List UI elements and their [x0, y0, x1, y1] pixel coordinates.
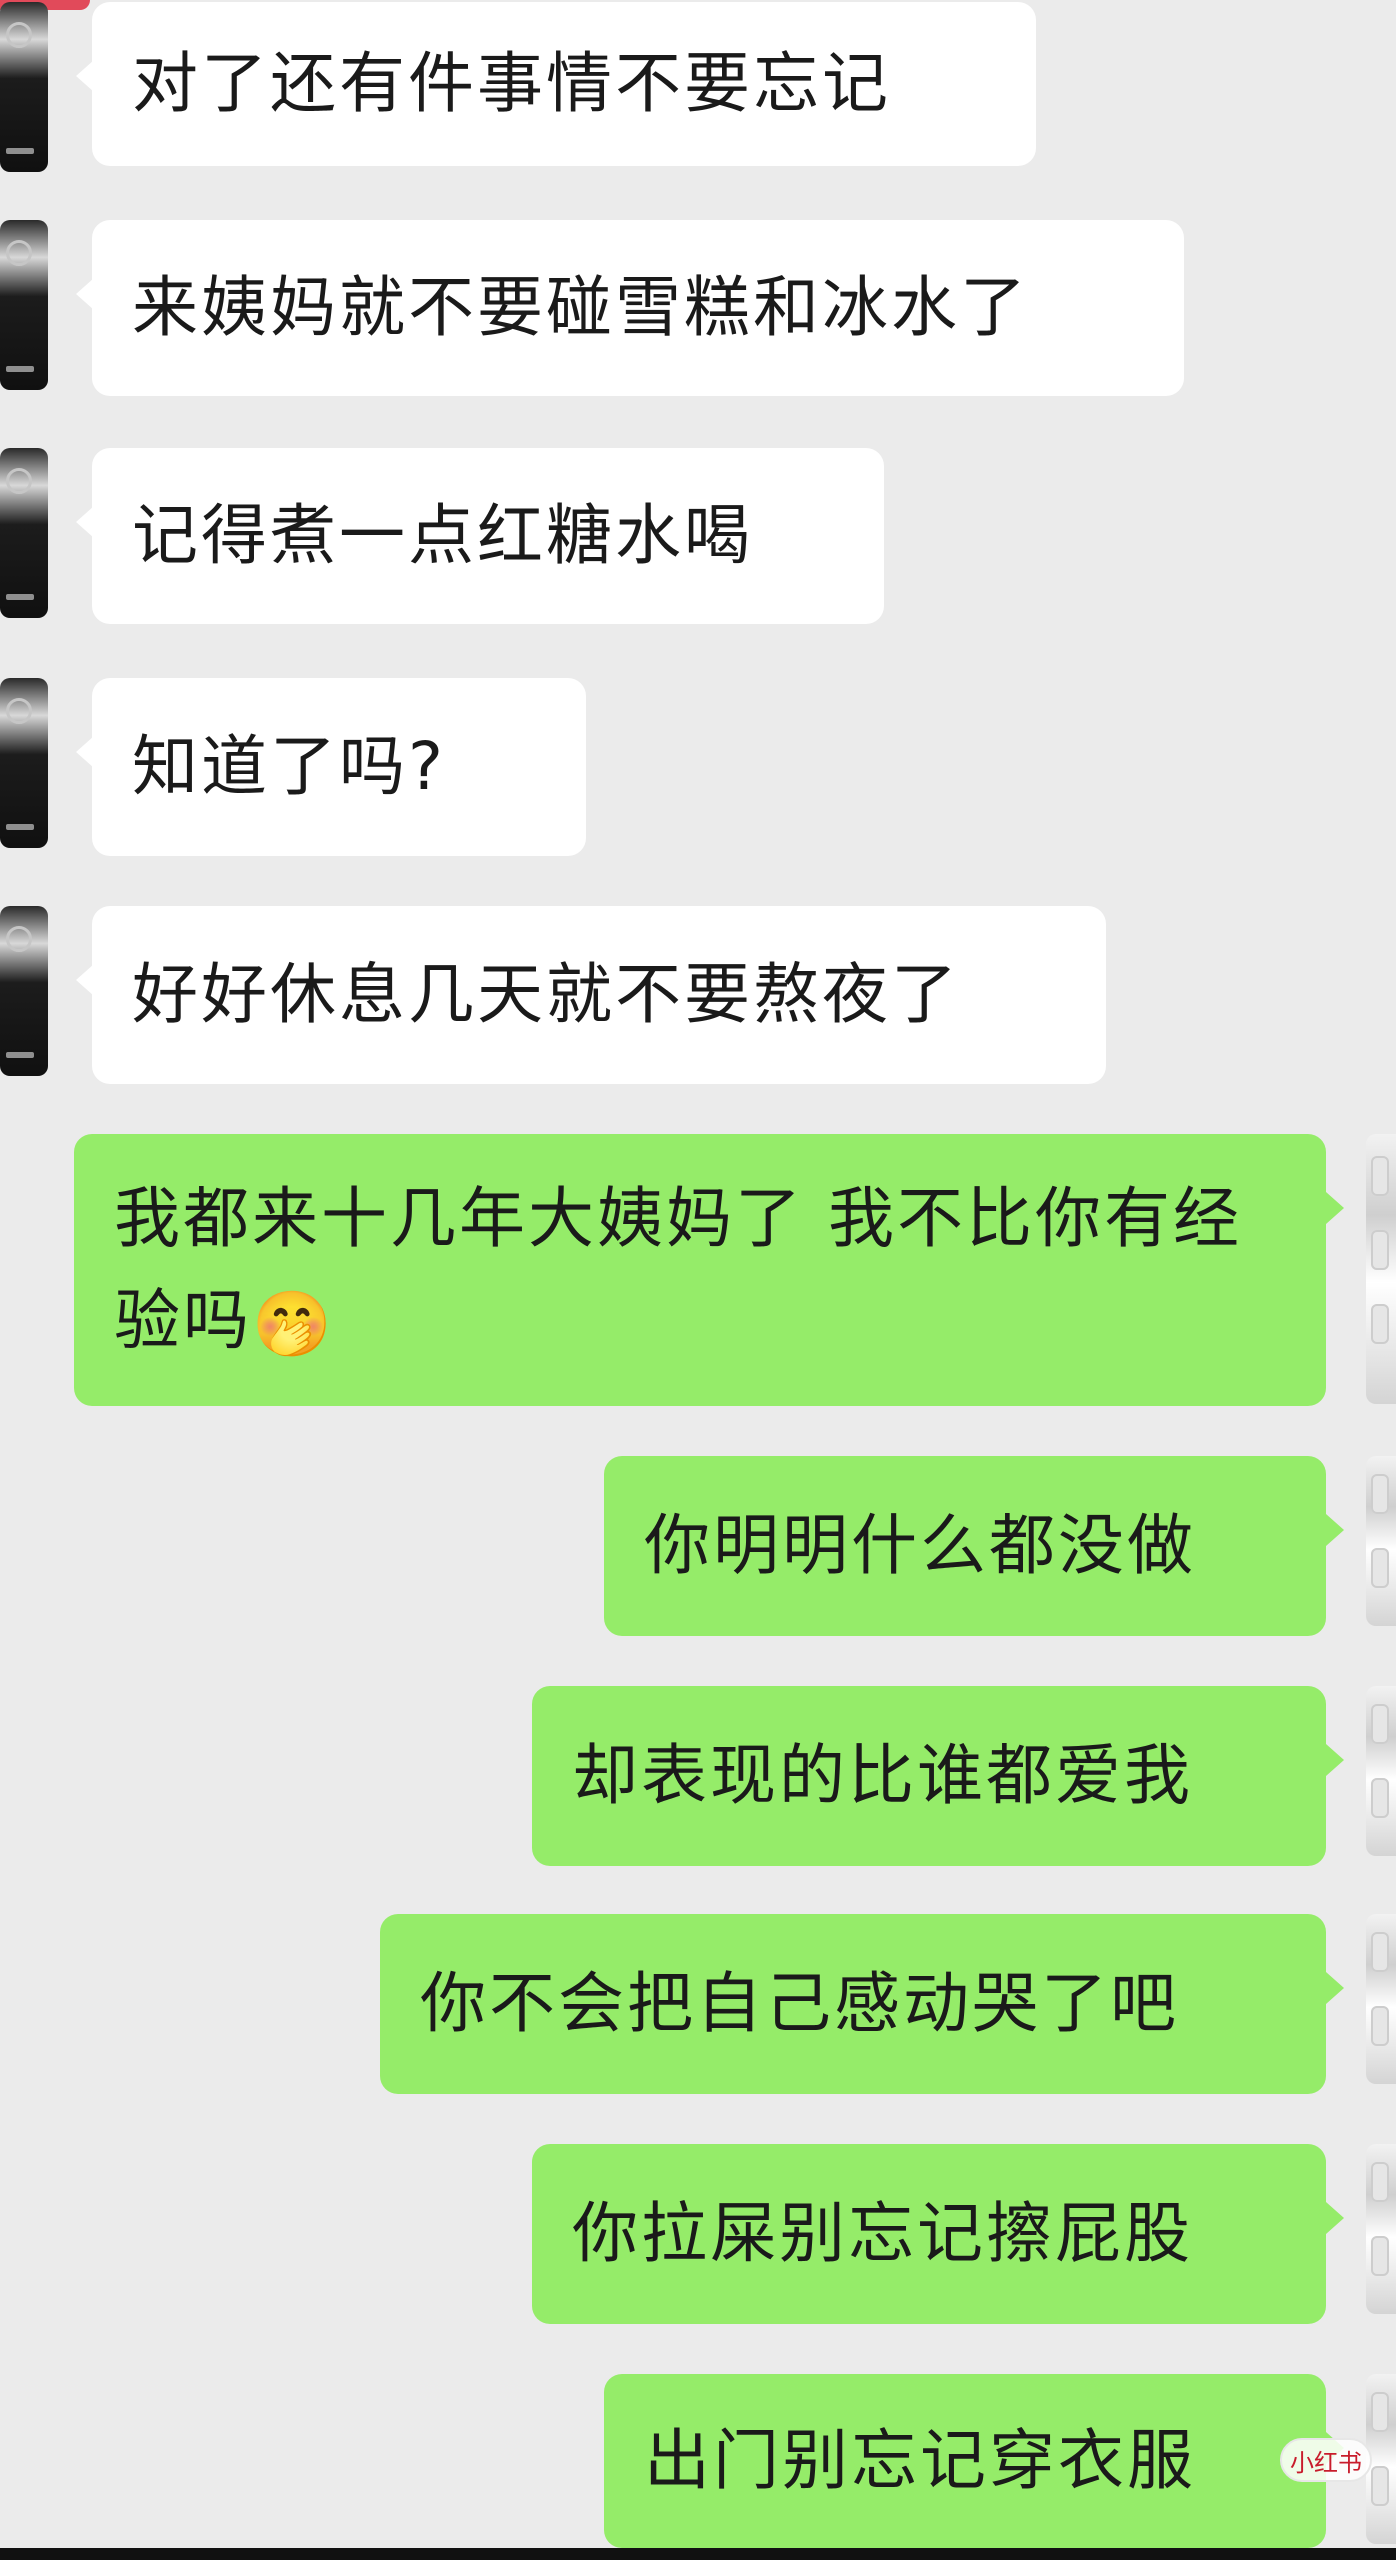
- contact-avatar[interactable]: [0, 2, 48, 172]
- avatar-shape-decoration: [1371, 2162, 1389, 2202]
- outgoing-message-bubble[interactable]: 你明明什么都没做: [604, 1456, 1344, 1636]
- contact-avatar[interactable]: [0, 678, 48, 848]
- watermark-logo: 小红书: [1280, 2438, 1372, 2482]
- contact-avatar[interactable]: [0, 220, 48, 390]
- laughing-crying-emoji-icon: 🤭: [252, 1287, 335, 1362]
- message-text: 你明明什么都没做: [644, 1507, 1196, 1584]
- outgoing-message-bubble[interactable]: 我都来十几年大姨妈了 我不比你有经验吗🤭: [74, 1134, 1344, 1406]
- avatar-shape-decoration: [1371, 1704, 1389, 1744]
- message-text: 记得煮一点红糖水喝: [132, 497, 753, 574]
- avatar-shape-decoration: [1371, 1230, 1389, 1270]
- self-avatar[interactable]: [1366, 1134, 1396, 1404]
- bottom-edge-bar: [0, 2548, 1396, 2560]
- avatar-shape-decoration: [1371, 1304, 1389, 1344]
- avatar-shape-decoration: [1371, 2466, 1389, 2506]
- avatar-tiny-decoration: [6, 1052, 34, 1058]
- message-text: 好好休息几天就不要熬夜了: [132, 956, 960, 1033]
- avatar-shape-decoration: [1371, 1778, 1389, 1818]
- avatar-shape-decoration: [1371, 1932, 1389, 1972]
- incoming-message-bubble[interactable]: 对了还有件事情不要忘记: [76, 2, 1036, 166]
- outgoing-message-bubble[interactable]: 你不会把自己感动哭了吧: [380, 1914, 1344, 2094]
- contact-avatar[interactable]: [0, 906, 48, 1076]
- message-text: 对了还有件事情不要忘记: [132, 45, 891, 122]
- chat-area[interactable]: 对了还有件事情不要忘记 来姨妈就不要碰雪糕和冰水了 记得煮一点红糖水喝 知道了吗…: [0, 0, 1396, 2560]
- avatar-tiny-decoration: [6, 824, 34, 830]
- avatar-shape-decoration: [1371, 2006, 1389, 2046]
- avatar-tiny-decoration: [6, 148, 34, 154]
- self-avatar[interactable]: [1366, 2144, 1396, 2314]
- incoming-message-bubble[interactable]: 好好休息几天就不要熬夜了: [76, 906, 1106, 1084]
- incoming-message-bubble[interactable]: 来姨妈就不要碰雪糕和冰水了: [76, 220, 1184, 396]
- message-text: 来姨妈就不要碰雪糕和冰水了: [132, 269, 1029, 346]
- incoming-message-bubble[interactable]: 知道了吗?: [76, 678, 586, 856]
- outgoing-message-bubble[interactable]: 却表现的比谁都爱我: [532, 1686, 1344, 1866]
- avatar-shape-decoration: [1371, 1156, 1389, 1196]
- incoming-message-bubble[interactable]: 记得煮一点红糖水喝: [76, 448, 884, 624]
- message-text: 你拉屎别忘记擦屁股: [572, 2195, 1193, 2272]
- message-text: 知道了吗?: [132, 728, 447, 805]
- outgoing-message-bubble[interactable]: 你拉屎别忘记擦屁股: [532, 2144, 1344, 2324]
- avatar-tiny-decoration: [6, 366, 34, 372]
- message-text: 出门别忘记穿衣服: [644, 2422, 1196, 2499]
- message-text: 却表现的比谁都爱我: [572, 1737, 1193, 1814]
- avatar-shape-decoration: [1371, 2236, 1389, 2276]
- outgoing-message-bubble[interactable]: 出门别忘记穿衣服: [604, 2374, 1344, 2548]
- contact-avatar[interactable]: [0, 448, 48, 618]
- self-avatar[interactable]: [1366, 1914, 1396, 2084]
- self-avatar[interactable]: [1366, 1686, 1396, 1856]
- avatar-ring-decoration: [6, 468, 32, 494]
- message-text: 你不会把自己感动哭了吧: [420, 1965, 1179, 2042]
- avatar-shape-decoration: [1371, 2392, 1389, 2432]
- avatar-shape-decoration: [1371, 1474, 1389, 1514]
- self-avatar[interactable]: [1366, 1456, 1396, 1626]
- avatar-tiny-decoration: [6, 594, 34, 600]
- avatar-shape-decoration: [1371, 1548, 1389, 1588]
- avatar-ring-decoration: [6, 698, 32, 724]
- avatar-ring-decoration: [6, 22, 32, 48]
- avatar-ring-decoration: [6, 240, 32, 266]
- avatar-ring-decoration: [6, 926, 32, 952]
- watermark-text: 小红书: [1290, 2448, 1362, 2477]
